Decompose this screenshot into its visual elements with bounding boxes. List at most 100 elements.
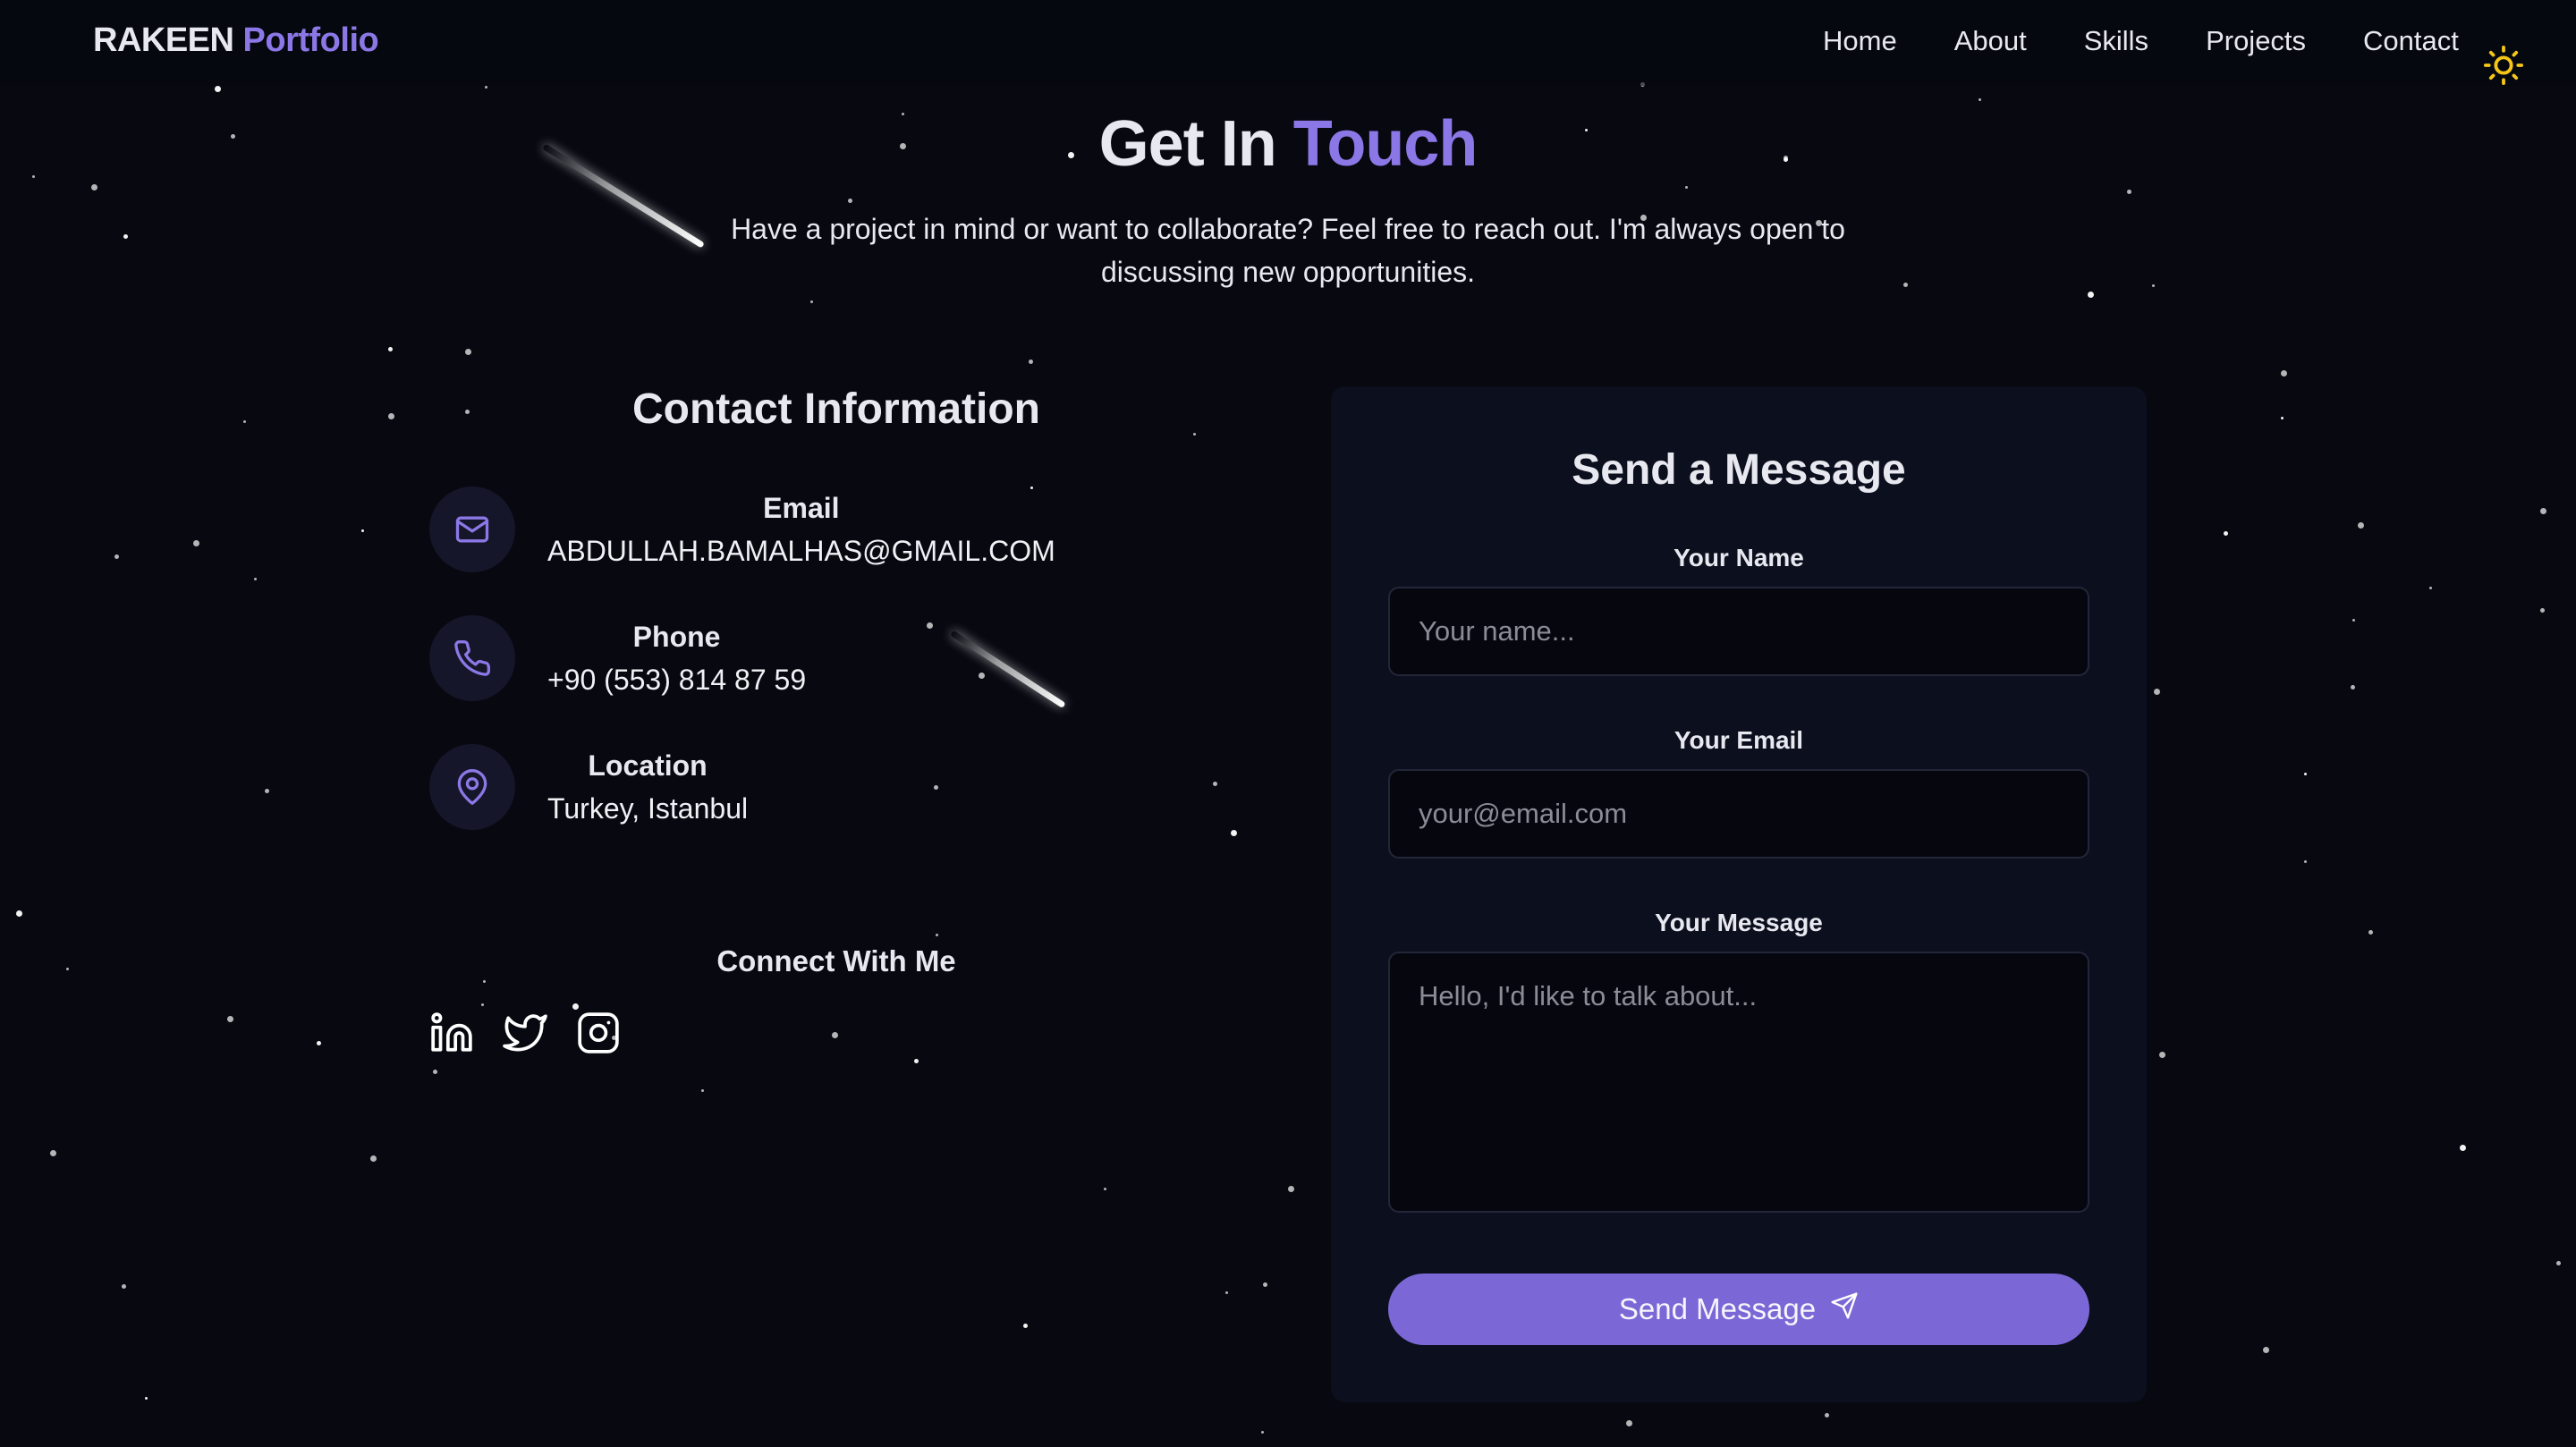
star: [979, 673, 985, 679]
phone-value[interactable]: +90 (553) 814 87 59: [547, 658, 806, 701]
message-field: Your Message: [1388, 909, 2089, 1213]
star: [1261, 1431, 1264, 1434]
contact-item-label: Email: [763, 492, 840, 524]
star: [2154, 689, 2160, 695]
contact-item-location: Location Turkey, Istanbul: [429, 744, 748, 830]
contact-information-heading: Contact Information: [632, 385, 1040, 433]
nav-link-about[interactable]: About: [1954, 25, 2027, 57]
star: [2281, 417, 2284, 419]
phone-icon: [429, 615, 515, 701]
brand-suffix: Portfolio: [242, 21, 379, 59]
star: [2263, 1347, 2269, 1353]
star: [2540, 608, 2545, 613]
shooting-star: [950, 630, 1066, 709]
brand-logo[interactable]: RAKEEN Portfolio: [93, 21, 379, 60]
star: [2358, 522, 2364, 529]
star: [1225, 1291, 1228, 1294]
contact-item-label: Location: [588, 749, 708, 782]
email-field: Your Email: [1388, 726, 2089, 859]
star: [2556, 1261, 2561, 1265]
twitter-icon[interactable]: [503, 1011, 547, 1055]
page-title: Get In Touch: [0, 107, 2576, 181]
star: [934, 785, 938, 790]
name-input[interactable]: [1388, 587, 2089, 676]
email-label: Your Email: [1674, 726, 1804, 754]
star: [388, 413, 394, 419]
star: [243, 420, 246, 423]
instagram-icon[interactable]: [576, 1011, 621, 1055]
location-value: Turkey, Istanbul: [547, 792, 749, 825]
star: [433, 1070, 437, 1074]
star: [2304, 860, 2307, 863]
nav-link-skills[interactable]: Skills: [2084, 25, 2148, 57]
star: [2429, 587, 2432, 589]
send-icon: [1830, 1291, 1859, 1327]
star: [701, 1089, 704, 1092]
social-links: [429, 1011, 621, 1055]
star: [1231, 830, 1237, 836]
star: [927, 622, 933, 629]
form-heading: Send a Message: [1572, 446, 1906, 494]
star: [810, 300, 813, 303]
star: [2460, 1145, 2466, 1151]
connect-heading: Connect With Me: [716, 944, 956, 977]
star: [1104, 1188, 1106, 1190]
nav-link-projects[interactable]: Projects: [2206, 25, 2306, 57]
star: [832, 1032, 838, 1038]
star: [914, 1059, 919, 1063]
send-message-label: Send Message: [1618, 1292, 1817, 1325]
star: [2304, 773, 2307, 775]
send-message-button[interactable]: Send Message: [1388, 1274, 2089, 1345]
nav-link-home[interactable]: Home: [1823, 25, 1897, 57]
contact-item-label: Phone: [632, 621, 721, 653]
contact-item-phone: Phone +90 (553) 814 87 59: [429, 615, 806, 701]
star: [1213, 782, 1217, 786]
star: [361, 529, 364, 532]
star: [1626, 1420, 1632, 1426]
star: [936, 934, 938, 936]
nav-menu: Home About Skills Projects Contact: [1823, 25, 2459, 57]
page-title-part1: Get In: [1098, 108, 1277, 180]
email-input[interactable]: [1388, 769, 2089, 859]
star: [265, 789, 269, 793]
nav-link-contact[interactable]: Contact: [2363, 25, 2459, 57]
star: [388, 347, 393, 351]
star: [1263, 1282, 1267, 1287]
message-label: Your Message: [1655, 909, 1823, 936]
star: [66, 968, 69, 970]
star: [2368, 930, 2373, 935]
message-textarea[interactable]: [1388, 952, 2089, 1213]
star: [193, 540, 199, 546]
star: [227, 1016, 233, 1022]
brand-name: RAKEEN: [93, 21, 234, 59]
map-pin-icon: [429, 744, 515, 830]
star: [483, 980, 486, 983]
star: [254, 578, 257, 580]
star: [1029, 360, 1033, 364]
email-value[interactable]: ABDULLAH.BAMALHAS@GMAIL.COM: [547, 529, 1055, 572]
contact-hero: Get In Touch Have a project in mind or w…: [0, 107, 2576, 293]
star: [317, 1041, 321, 1045]
star: [114, 554, 119, 559]
contact-information-section: Contact Information Email ABDULLAH.BAMAL…: [420, 385, 1252, 1054]
star: [1288, 1186, 1294, 1192]
contact-item-email: Email ABDULLAH.BAMALHAS@GMAIL.COM: [429, 487, 1055, 572]
mail-icon: [429, 487, 515, 572]
star: [2351, 685, 2355, 690]
star: [1825, 1413, 1829, 1417]
star: [481, 1003, 484, 1006]
message-form-card: Send a Message Your Name Your Email Your…: [1331, 386, 2147, 1402]
name-label: Your Name: [1674, 544, 1804, 571]
star: [2540, 508, 2546, 514]
name-field: Your Name: [1388, 544, 2089, 676]
star: [215, 86, 221, 92]
star: [16, 910, 22, 917]
star: [122, 1284, 126, 1289]
page-subtitle: Have a project in mind or want to collab…: [731, 213, 1845, 288]
sun-icon[interactable]: [2483, 45, 2524, 86]
star: [465, 349, 471, 355]
star: [2281, 370, 2287, 377]
linkedin-icon[interactable]: [429, 1011, 474, 1055]
star: [2352, 619, 2355, 622]
star: [2159, 1052, 2165, 1058]
